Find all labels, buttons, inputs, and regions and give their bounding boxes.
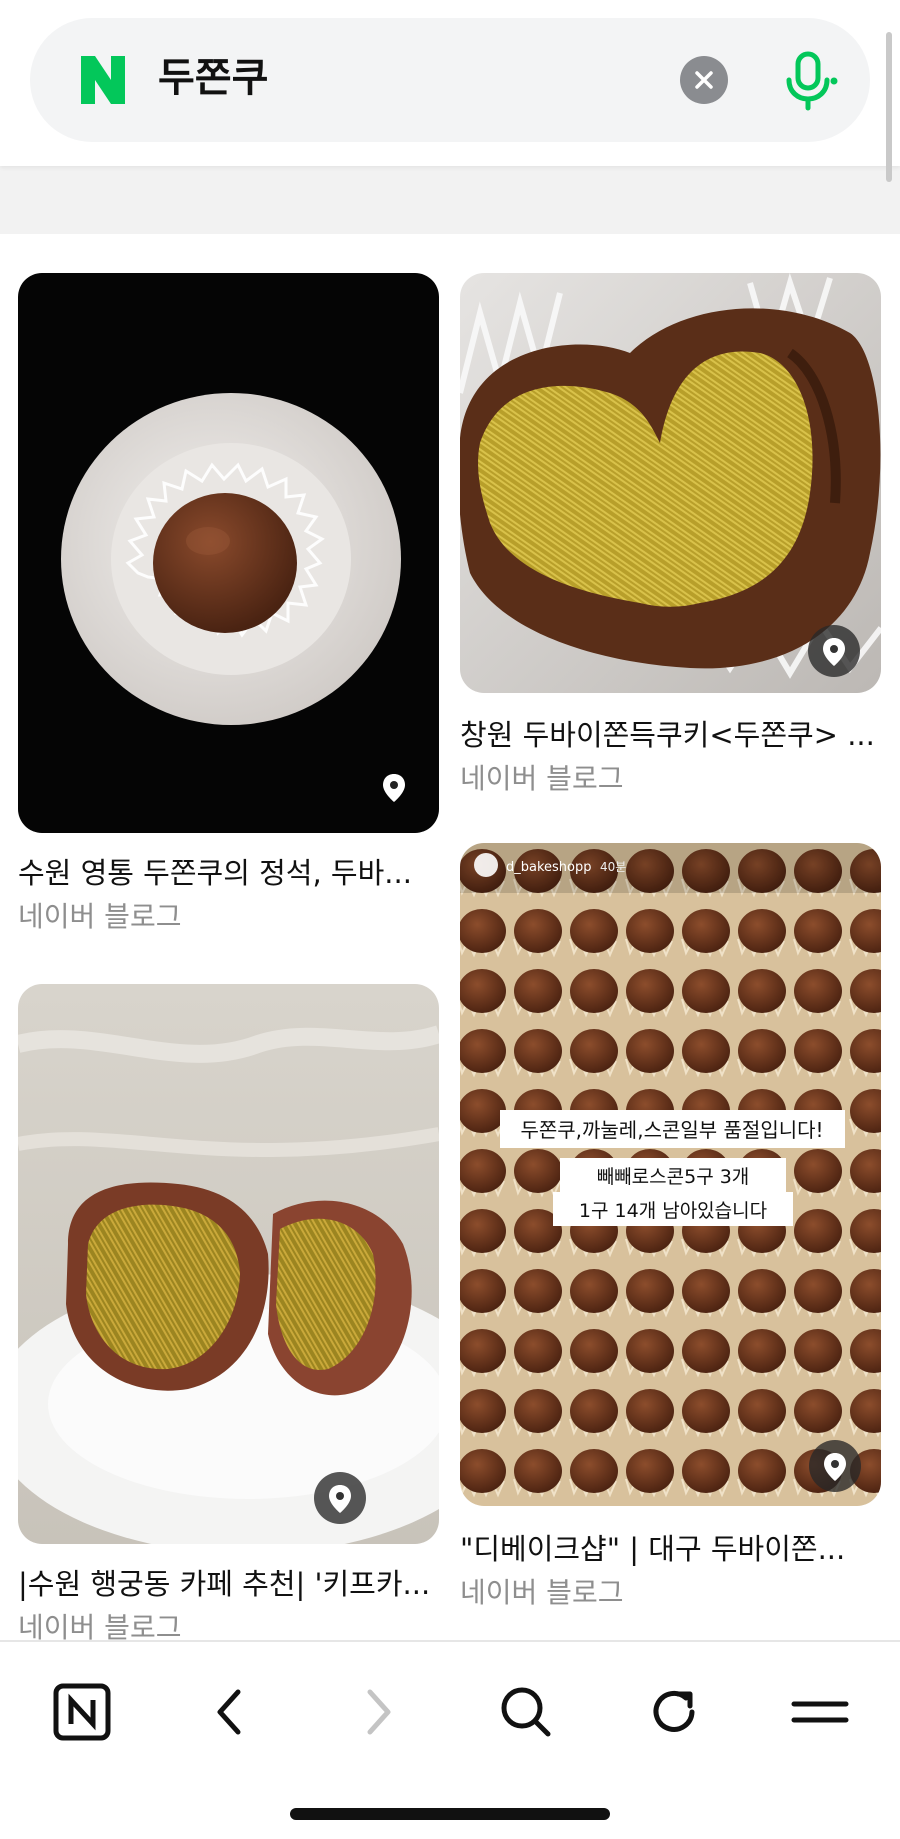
microphone-icon: [786, 51, 838, 111]
voice-search-button[interactable]: [772, 44, 844, 116]
back-button[interactable]: [190, 1672, 270, 1752]
location-pin-badge[interactable]: [808, 625, 860, 677]
overlay-line-1: 두쫀쿠,까눌레,스콘일부 품절입니다!: [520, 1118, 823, 1142]
result-source: 네이버 블로그: [460, 1576, 624, 1609]
forward-button[interactable]: [338, 1672, 418, 1752]
search-query[interactable]: 두쫀쿠: [158, 48, 268, 108]
truffle-on-plate-image: [18, 273, 439, 833]
result-image[interactable]: d_bakeshopp 40분 두쫀쿠,까눌레,스콘일부 품절입니다! 빼빼로스…: [460, 843, 881, 1506]
refresh-icon: [653, 1690, 695, 1732]
overlay-line-3: 1구 14개 남아있습니다: [579, 1200, 767, 1222]
result-title[interactable]: 창원 두바이쫀득쿠키<두쫀쿠> ...: [460, 715, 881, 755]
section-divider: [0, 166, 900, 234]
result-title[interactable]: "디베이크샵" | 대구 두바이쫀...: [460, 1529, 881, 1569]
menu-icon: [791, 1701, 849, 1723]
halved-cookie-image: [18, 984, 439, 1544]
result-image[interactable]: [460, 273, 881, 693]
forward-icon: [367, 1689, 391, 1735]
location-pin-icon: [383, 774, 405, 802]
result-source: 네이버 블로그: [460, 762, 624, 795]
location-pin-icon: [329, 1485, 351, 1513]
home-indicator[interactable]: [290, 1808, 610, 1820]
result-image[interactable]: [18, 273, 439, 833]
search-button[interactable]: [486, 1672, 566, 1752]
refresh-button[interactable]: [634, 1672, 714, 1752]
result-title[interactable]: 수원 영통 두쫀쿠의 정석, 두바...: [18, 853, 439, 893]
result-image[interactable]: [18, 984, 439, 1544]
truffle-tray-image: d_bakeshopp 40분 두쫀쿠,까눌레,스콘일부 품절입니다! 빼빼로스…: [460, 843, 881, 1506]
overlay-line-2: 빼빼로스콘5구 3개: [597, 1166, 750, 1188]
naver-logo-icon[interactable]: [75, 52, 131, 108]
naver-home-icon: [53, 1683, 111, 1741]
clear-search-button[interactable]: [680, 56, 728, 104]
location-pin-badge[interactable]: [368, 761, 420, 813]
naver-home-button[interactable]: [42, 1672, 122, 1752]
result-source: 네이버 블로그: [18, 900, 182, 933]
story-account: d_bakeshopp: [506, 860, 592, 875]
back-icon: [217, 1689, 241, 1735]
browser-toolbar: [0, 1640, 900, 1839]
search-icon: [501, 1687, 551, 1737]
scrollbar[interactable]: [886, 32, 892, 182]
location-pin-icon: [824, 1453, 846, 1481]
result-title[interactable]: |수원 행궁동 카페 추천| '키프카...: [18, 1564, 439, 1604]
story-time: 40분: [600, 860, 626, 874]
location-pin-badge[interactable]: [809, 1440, 861, 1492]
menu-button[interactable]: [780, 1672, 860, 1752]
location-pin-icon: [823, 638, 845, 666]
location-pin-badge[interactable]: [314, 1472, 366, 1524]
close-icon: [695, 71, 713, 89]
search-header: 두쫀쿠: [0, 0, 900, 166]
search-input[interactable]: 두쫀쿠: [30, 18, 870, 142]
